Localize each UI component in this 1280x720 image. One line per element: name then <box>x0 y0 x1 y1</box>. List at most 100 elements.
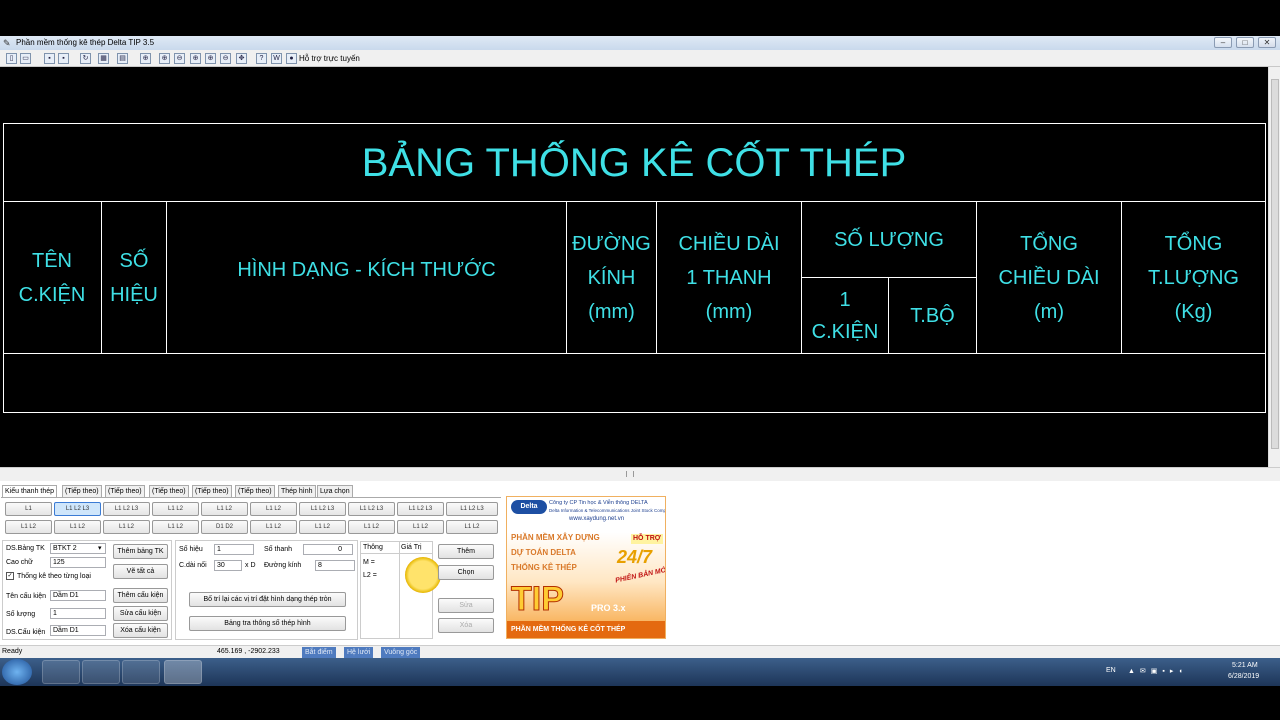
status-coords: 465.169 , -2902.233 <box>217 648 280 655</box>
refresh-icon[interactable]: ↻ <box>80 53 91 64</box>
language-indicator[interactable]: EN <box>1106 667 1116 674</box>
cursor-highlight <box>405 557 441 593</box>
shape-button[interactable]: L1 L2 <box>5 520 52 534</box>
save-icon[interactable]: ▪ <box>44 53 55 64</box>
c-dai-noi-select[interactable]: 30 <box>214 560 242 571</box>
delta-logo: Delta <box>511 500 547 514</box>
header-so-luong: SỐ LƯỢNG <box>834 228 944 251</box>
shape-button[interactable]: L1 L2 L3 <box>348 502 395 516</box>
tab-tiep-theo-4[interactable]: (Tiếp theo) <box>192 485 232 497</box>
shape-button[interactable]: L1 L2 L3 <box>397 502 444 516</box>
header-tong-chieu-dai: TỔNG CHIỀU DÀI (m) <box>998 232 1100 323</box>
start-button[interactable] <box>2 659 32 685</box>
close-button[interactable]: ✕ <box>1258 37 1276 48</box>
shape-button[interactable]: L1 L2 <box>250 520 297 534</box>
param-row-name: L2 = <box>363 572 377 579</box>
splitter-grip[interactable] <box>626 471 634 477</box>
tab-thep-hinh[interactable]: Thép hình <box>278 485 316 497</box>
sua-cau-kien-button[interactable]: Sửa cấu kiện <box>113 606 168 621</box>
cao-chu-input[interactable]: 125 <box>50 557 106 568</box>
ds-cau-kien-label: DS.Cấu kiện <box>6 629 46 636</box>
tab-lua-chon[interactable]: Lựa chọn <box>317 485 353 497</box>
shape-button[interactable]: L1 L2 <box>299 520 346 534</box>
zoom-previous-icon[interactable]: ⊖ <box>220 53 231 64</box>
them-button[interactable]: Thêm <box>438 544 494 559</box>
tab-tiep-theo-1[interactable]: (Tiếp theo) <box>62 485 102 497</box>
ten-cau-kien-label: Tên cấu kiện <box>6 593 47 600</box>
shape-button[interactable]: L1 L2 <box>103 520 150 534</box>
explorer-taskbar-icon[interactable] <box>42 660 80 684</box>
shape-button[interactable]: L1 L2 <box>397 520 444 534</box>
window-taskbar-icon[interactable] <box>122 660 160 684</box>
pan-icon[interactable]: ✥ <box>236 53 247 64</box>
so-luong-stepper[interactable]: 1 <box>50 608 106 619</box>
vertical-scrollbar[interactable] <box>1268 67 1280 467</box>
zoom-window-icon[interactable]: ⊕ <box>190 53 201 64</box>
minimize-button[interactable]: – <box>1214 37 1232 48</box>
shape-button[interactable]: L1 L2 L3 <box>299 502 346 516</box>
tab-tiep-theo-3[interactable]: (Tiếp theo) <box>149 485 189 497</box>
help-icon[interactable]: ? <box>256 53 267 64</box>
shape-button[interactable]: L1 L2 <box>54 520 101 534</box>
shape-button[interactable]: L1 L2 <box>446 520 498 534</box>
tab-tiep-theo-5[interactable]: (Tiếp theo) <box>235 485 275 497</box>
header-1-ckien: 1 C.KIỆN <box>811 288 879 343</box>
bat-diem-toggle[interactable]: Bắt điểm <box>302 647 336 658</box>
new-file-icon[interactable]: ▯ <box>6 53 17 64</box>
chrome-taskbar-icon[interactable] <box>82 660 120 684</box>
shape-button[interactable]: L1 L2 <box>348 520 395 534</box>
shape-button[interactable]: L1 L2 L3 <box>446 502 498 516</box>
xoa-button[interactable]: Xóa <box>438 618 494 633</box>
xoa-cau-kien-button[interactable]: Xóa cấu kiện <box>113 623 168 638</box>
clock-time[interactable]: 5:21 AM <box>1232 662 1258 669</box>
clock-date[interactable]: 6/28/2019 <box>1228 673 1259 680</box>
header-ten-cau-kien: TÊN C.KIỆN <box>18 249 86 306</box>
so-hieu-input[interactable]: 1 <box>214 544 254 555</box>
zoom-icon[interactable]: ⊕ <box>140 53 151 64</box>
zoom-in-icon[interactable]: ⊕ <box>159 53 170 64</box>
ds-cau-kien-select[interactable]: Dầm D1 <box>50 625 106 636</box>
bo-tri-button[interactable]: Bố trí lại các vị trí đặt hình dạng thép… <box>189 592 346 607</box>
shape-button[interactable]: L1 L2 <box>152 502 199 516</box>
duong-kinh-select[interactable]: 8 <box>315 560 355 571</box>
so-thanh-input[interactable]: 0 <box>303 544 353 555</box>
status-bar: Ready 465.169 , -2902.233 Bắt điểm Hệ lư… <box>0 645 1280 658</box>
calculator-icon[interactable]: ▦ <box>98 53 109 64</box>
shape-button[interactable]: L1 L2 <box>152 520 199 534</box>
them-bang-tk-button[interactable]: Thêm bảng TK <box>113 544 168 559</box>
shape-button[interactable]: L1 <box>5 502 52 516</box>
shape-button[interactable]: L1 L2 L3 <box>103 502 150 516</box>
scrollbar-thumb[interactable] <box>1271 79 1279 449</box>
support-icon[interactable]: ● <box>286 53 297 64</box>
shape-button[interactable]: L1 L2 <box>201 502 248 516</box>
maximize-button[interactable]: □ <box>1236 37 1254 48</box>
c-dai-noi-label: C.dài nối <box>179 562 207 569</box>
shape-button[interactable]: L1 L2 <box>250 502 297 516</box>
ad-new-version: PHIÊN BẢN MỚI <box>614 566 666 585</box>
shape-button-selected[interactable]: L1 L2 L3 <box>54 502 101 516</box>
them-cau-kien-button[interactable]: Thêm cấu kiện <box>113 588 168 603</box>
online-support-link[interactable]: Hỗ trợ trực tuyến <box>299 53 360 64</box>
zoom-extents-icon[interactable]: ⊕ <box>205 53 216 64</box>
sua-button[interactable]: Sửa <box>438 598 494 613</box>
delta-tip-taskbar-icon[interactable] <box>164 660 202 684</box>
tray-icons[interactable]: ▲✉▣▪▸◖ <box>1128 667 1188 675</box>
drawing-canvas[interactable]: BẢNG THỐNG KÊ CỐT THÉP TÊN C.KIỆN SỐ HIỆ… <box>0 67 1268 467</box>
vuong-goc-toggle[interactable]: Vuông góc <box>381 647 421 658</box>
ten-cau-kien-input[interactable]: Dầm D1 <box>50 590 106 601</box>
open-folder-icon[interactable]: ▭ <box>20 53 31 64</box>
thong-ke-checkbox[interactable]: ✓ <box>6 572 14 580</box>
bang-tra-button[interactable]: Bảng tra thông số thép hình <box>189 616 346 631</box>
word-icon[interactable]: W <box>271 53 282 64</box>
excel-icon[interactable]: ▤ <box>117 53 128 64</box>
tab-tiep-theo-2[interactable]: (Tiếp theo) <box>105 485 145 497</box>
chevron-down-icon[interactable]: ▾ <box>98 544 102 554</box>
delta-ad-banner[interactable]: Delta Công ty CP Tin học & Viễn thông DE… <box>506 496 666 639</box>
shape-button[interactable]: D1 D2 <box>201 520 248 534</box>
ve-tat-ca-button[interactable]: Vẽ tất cả <box>113 564 168 579</box>
zoom-out-icon[interactable]: ⊖ <box>174 53 185 64</box>
he-luoi-toggle[interactable]: Hệ lưới <box>344 647 374 658</box>
save-as-icon[interactable]: ▪ <box>58 53 69 64</box>
panel-splitter[interactable] <box>0 467 1280 481</box>
chon-button[interactable]: Chọn <box>438 565 494 580</box>
